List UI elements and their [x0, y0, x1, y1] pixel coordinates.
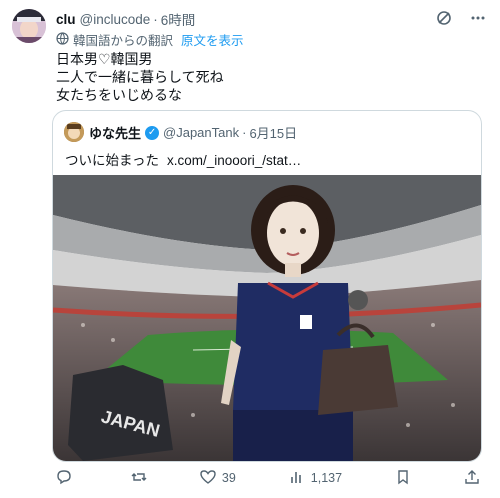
like-count: 39	[221, 471, 236, 485]
views-count: 1,137	[310, 471, 343, 485]
tweet-time[interactable]: 6時間	[161, 9, 196, 29]
quoted-tweet[interactable]: ゆな先生 ✓ @JapanTank · 6月15日 ついに始まった x.com/_…	[52, 110, 482, 462]
reply-button[interactable]	[56, 469, 78, 488]
quote-avatar[interactable]	[64, 122, 84, 142]
tweet-line: 女たちをいじめるな	[56, 87, 182, 103]
tweet-line: 日本男♡韓国男	[56, 51, 153, 67]
bookmark-icon	[395, 469, 411, 488]
translated-from-label: 韓国語からの翻訳	[73, 34, 174, 48]
retweet-icon	[131, 469, 147, 488]
quote-author-name[interactable]: ゆな先生	[89, 123, 141, 142]
share-button[interactable]	[464, 469, 480, 488]
grok-icon[interactable]	[436, 10, 452, 29]
more-icon[interactable]	[470, 10, 486, 29]
reply-icon	[56, 469, 72, 488]
tweet-text: 日本男♡韓国男 二人で一緒に暮らして死ね 女たちをいじめるな	[56, 50, 224, 104]
quote-header: ゆな先生 ✓ @JapanTank · 6月15日	[89, 123, 297, 142]
translate-icon	[56, 31, 69, 48]
quote-text: ついに始まった	[65, 153, 159, 168]
tweet-header: clu @inclucode · 6時間	[56, 9, 486, 29]
views-icon	[289, 469, 305, 488]
views-button[interactable]: 1,137	[289, 469, 342, 488]
quote-link[interactable]: x.com/_inooori_/stat…	[167, 153, 301, 168]
header-icons	[436, 10, 486, 29]
like-button[interactable]: 39	[200, 469, 236, 488]
quote-text-row: ついに始まった x.com/_inooori_/stat…	[65, 149, 301, 169]
retweet-button[interactable]	[131, 469, 147, 488]
avatar[interactable]	[12, 9, 46, 43]
author-name[interactable]: clu	[56, 12, 76, 27]
separator-dot: ·	[153, 11, 158, 27]
verified-icon: ✓	[145, 125, 160, 140]
action-bar: 39 1,137	[56, 468, 480, 488]
bookmark-button[interactable]	[395, 469, 411, 488]
author-handle[interactable]: @inclucode	[80, 12, 151, 27]
quote-author-handle[interactable]: @JapanTank	[163, 125, 239, 140]
separator-dot: ·	[242, 125, 247, 140]
tweet-line: 二人で一緒に暮らして死ね	[56, 69, 224, 85]
show-original-link[interactable]: 原文を表示	[181, 30, 244, 49]
translation-row: 韓国語からの翻訳 原文を表示	[56, 30, 244, 49]
stadium-image[interactable]: JAPAN	[53, 175, 481, 461]
like-icon	[200, 469, 216, 488]
quote-date[interactable]: 6月15日	[249, 123, 297, 142]
share-icon	[464, 469, 480, 488]
